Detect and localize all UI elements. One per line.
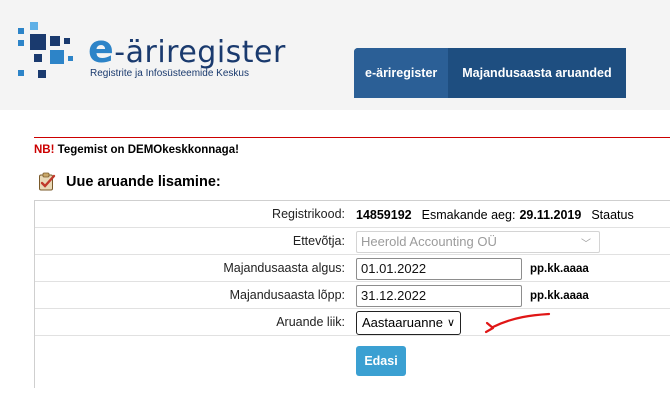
row-lopp: Majandusaasta lõpp: 31.12.2022 pp.kk.aaa…	[35, 282, 670, 309]
label-algus: Majandusaasta algus:	[223, 261, 345, 275]
row-aruande-liik: Aruande liik: Aastaaruanne ∨	[35, 309, 670, 336]
notice-nb: NB!	[34, 144, 55, 156]
demo-notice: NB! Tegemist on DEMOkeskkonnaga!	[34, 144, 239, 156]
value-group-aruande-liik: Aastaaruanne ∨	[356, 309, 553, 336]
algus-format-hint: pp.kk.aaaa	[530, 262, 589, 275]
ettevotja-select: Heerold Accounting OÜ ﹀	[356, 230, 600, 253]
logo[interactable]: e-äriregister Registrite ja Infosüsteemi…	[14, 18, 314, 88]
logo-title-rest: -äriregister	[114, 35, 286, 70]
aruande-liik-value: Aastaaruanne	[362, 314, 443, 330]
section-heading: Uue aruande lisamine:	[38, 170, 221, 194]
label-ettevotja: Ettevõtja:	[292, 234, 345, 248]
notice-text: Tegemist on DEMOkeskkonnaga!	[54, 144, 239, 156]
main-nav: e-äriregister Majandusaasta aruanded	[354, 48, 626, 98]
label-esmakande-aeg: Esmakande aeg:	[421, 207, 516, 222]
logo-squares-icon	[18, 22, 73, 78]
row-algus: Majandusaasta algus: 01.01.2022 pp.kk.aa…	[35, 255, 670, 282]
row-registrikood: Registrikood: 14859192 Esmakande aeg: 29…	[35, 201, 670, 228]
aruande-liik-select[interactable]: Aastaaruanne ∨	[356, 310, 462, 335]
lopp-input[interactable]: 31.12.2022	[356, 284, 522, 307]
algus-input[interactable]: 01.01.2022	[356, 257, 522, 280]
value-group-lopp: 31.12.2022 pp.kk.aaaa	[356, 282, 589, 309]
label-staatus: Staatus	[591, 207, 634, 222]
report-form: Registrikood: 14859192 Esmakande aeg: 29…	[34, 200, 670, 388]
chevron-down-icon: ﹀	[581, 238, 591, 250]
label-lopp: Majandusaasta lõpp:	[229, 288, 345, 302]
ettevotja-value: Heerold Accounting OÜ	[361, 233, 497, 249]
divider	[34, 137, 670, 138]
value-esmakande-aeg: 29.11.2019	[519, 207, 582, 222]
edasi-button[interactable]: Edasi	[356, 346, 406, 376]
nav-item-majandusaasta-aruanded[interactable]: Majandusaasta aruanded	[448, 48, 625, 98]
logo-subtitle: Registrite ja Infosüsteemide Keskus	[90, 68, 249, 79]
label-aruande-liik: Aruande liik:	[276, 315, 345, 329]
value-group-algus: 01.01.2022 pp.kk.aaaa	[356, 255, 589, 282]
logo-title: e-äriregister	[88, 30, 286, 70]
clipboard-check-icon	[39, 172, 56, 191]
page-title: Uue aruande lisamine:	[66, 174, 221, 190]
chevron-down-icon: ∨	[446, 316, 456, 329]
annotation-arrow-icon	[484, 312, 551, 333]
row-submit: Edasi	[35, 336, 670, 388]
nav-item-e-ariregister[interactable]: e-äriregister	[354, 48, 449, 98]
label-registrikood: Registrikood:	[272, 207, 345, 221]
site-header: e-äriregister Registrite ja Infosüsteemi…	[0, 0, 670, 110]
logo-title-e: e	[88, 27, 115, 71]
lopp-format-hint: pp.kk.aaaa	[530, 289, 589, 302]
value-group-registrikood: 14859192 Esmakande aeg: 29.11.2019 Staat…	[356, 201, 634, 228]
value-registrikood: 14859192	[356, 207, 412, 222]
main-content: NB! Tegemist on DEMOkeskkonnaga! Uue aru…	[0, 110, 670, 396]
row-ettevotja: Ettevõtja: Heerold Accounting OÜ ﹀	[35, 228, 670, 255]
value-group-ettevotja: Heerold Accounting OÜ ﹀	[356, 228, 600, 255]
